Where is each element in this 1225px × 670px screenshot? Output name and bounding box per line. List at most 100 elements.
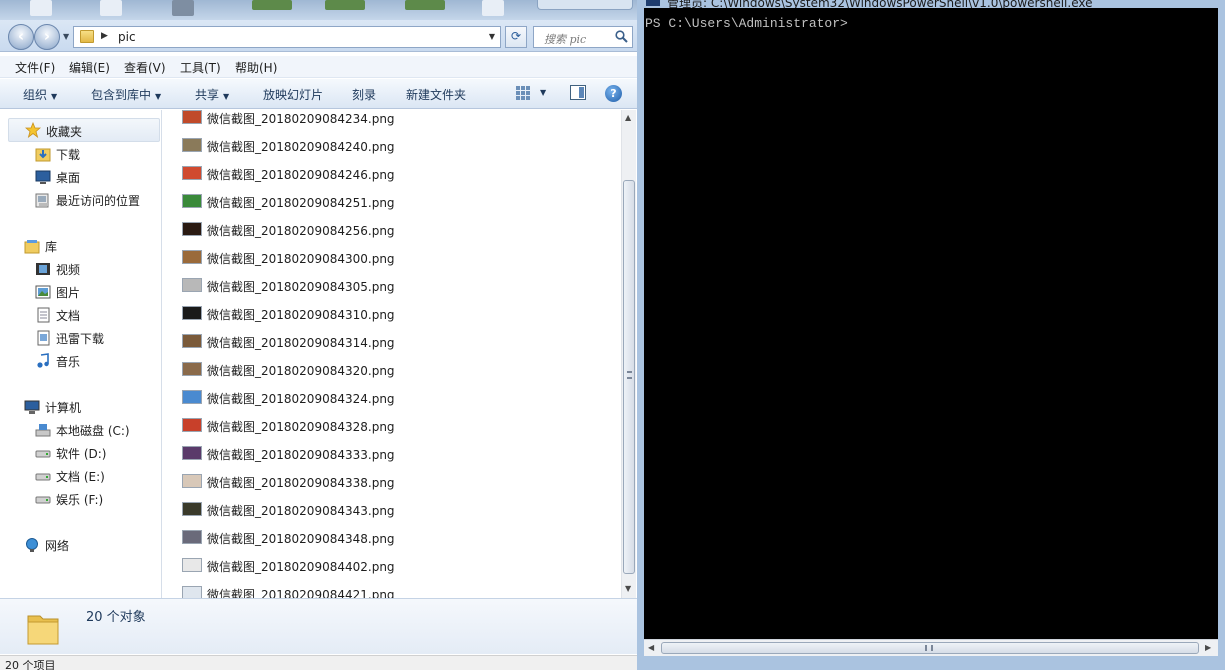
search-icon[interactable] xyxy=(615,30,628,43)
scrollbar-thumb[interactable] xyxy=(661,642,1199,654)
address-dropdown-icon[interactable]: ▼ xyxy=(489,32,495,41)
file-row[interactable]: 微信截图_20180209084310.png xyxy=(163,300,621,328)
address-toolbar: ‹ › ▼ ▶ pic ▼ ⟳ 搜索 pic xyxy=(0,20,637,52)
nav-label: 文档 (E:) xyxy=(56,470,105,484)
taskbar-thumbnail[interactable] xyxy=(30,0,52,16)
change-view-icon[interactable] xyxy=(515,85,531,101)
file-name: 微信截图_20180209084348.png xyxy=(207,532,395,546)
nav-label: 计算机 xyxy=(45,401,82,415)
status-item-count: 20 个项目 xyxy=(5,659,56,670)
forward-button[interactable]: › xyxy=(34,24,60,50)
taskbar-thumbnail[interactable] xyxy=(325,0,365,10)
share-button[interactable]: 共享 ▼ xyxy=(195,86,229,103)
file-row[interactable]: 微信截图_20180209084246.png xyxy=(163,160,621,188)
explorer-window: ‹ › ▼ ▶ pic ▼ ⟳ 搜索 pic 文件(F) 编辑(E) 查看(V)… xyxy=(0,0,637,670)
file-row[interactable]: 微信截图_20180209084421.png xyxy=(163,580,621,598)
file-row[interactable]: 微信截图_20180209084402.png xyxy=(163,552,621,580)
menu-edit[interactable]: 编辑(E) xyxy=(69,59,110,76)
taskbar-thumbnail[interactable] xyxy=(252,0,292,10)
drive-icon xyxy=(35,473,51,481)
taskbar-thumbnail[interactable] xyxy=(172,0,194,16)
breadcrumb-chevron-icon[interactable]: ▶ xyxy=(101,31,108,41)
file-row[interactable]: 微信截图_20180209084240.png xyxy=(163,132,621,160)
file-row[interactable]: 微信截图_20180209084234.png xyxy=(163,110,621,132)
file-row[interactable]: 微信截图_20180209084256.png xyxy=(163,216,621,244)
nav-label: 本地磁盘 (C:) xyxy=(56,424,130,438)
computer-icon xyxy=(24,400,40,414)
taskbar-thumbnail[interactable] xyxy=(100,0,122,16)
image-thumbnail-icon xyxy=(182,334,202,348)
view-options-dropdown-icon[interactable]: ▼ xyxy=(540,88,546,97)
nav-label: 文档 xyxy=(56,309,81,323)
image-thumbnail-icon xyxy=(182,166,202,180)
preview-pane-icon[interactable] xyxy=(570,85,586,100)
back-button[interactable]: ‹ xyxy=(8,24,34,50)
include-in-library-button[interactable]: 包含到库中 ▼ xyxy=(91,86,161,103)
menu-help[interactable]: 帮助(H) xyxy=(235,59,277,76)
menu-bar: 文件(F) 编辑(E) 查看(V) 工具(T) 帮助(H) xyxy=(0,56,637,78)
file-name: 微信截图_20180209084314.png xyxy=(207,336,395,350)
documents-library-icon xyxy=(37,307,50,323)
file-name: 微信截图_20180209084234.png xyxy=(207,112,395,126)
window-control-buttons[interactable] xyxy=(537,0,633,10)
scrollbar-thumb[interactable] xyxy=(623,180,635,574)
image-thumbnail-icon xyxy=(182,586,202,598)
image-thumbnail-icon xyxy=(182,362,202,376)
image-thumbnail-icon xyxy=(182,502,202,516)
menu-tools[interactable]: 工具(T) xyxy=(180,59,221,76)
image-thumbnail-icon xyxy=(182,194,202,208)
menu-view[interactable]: 查看(V) xyxy=(124,59,166,76)
file-row[interactable]: 微信截图_20180209084338.png xyxy=(163,468,621,496)
file-row[interactable]: 微信截图_20180209084320.png xyxy=(163,356,621,384)
downloads-folder-icon xyxy=(35,148,51,162)
music-library-icon xyxy=(37,353,49,368)
file-row[interactable]: 微信截图_20180209084333.png xyxy=(163,440,621,468)
file-name: 微信截图_20180209084324.png xyxy=(207,392,395,406)
console-horizontal-scrollbar[interactable]: ◀ ▶ xyxy=(644,639,1218,656)
refresh-button[interactable]: ⟳ xyxy=(505,26,527,48)
scroll-down-icon[interactable]: ▼ xyxy=(625,584,631,593)
help-icon[interactable]: ? xyxy=(605,85,622,102)
nav-label: 图片 xyxy=(56,286,81,300)
recent-pages-dropdown[interactable]: ▼ xyxy=(63,32,69,41)
pictures-library-icon xyxy=(35,285,51,299)
file-row[interactable]: 微信截图_20180209084328.png xyxy=(163,412,621,440)
breadcrumb-current-folder[interactable]: pic xyxy=(118,30,136,44)
powershell-icon[interactable] xyxy=(646,0,660,6)
file-row[interactable]: 微信截图_20180209084348.png xyxy=(163,524,621,552)
image-thumbnail-icon xyxy=(182,446,202,460)
nav-label: 软件 (D:) xyxy=(56,447,107,461)
taskbar-thumbnail[interactable] xyxy=(482,0,504,16)
scroll-right-icon[interactable]: ▶ xyxy=(1205,643,1211,652)
taskbar-thumbnail[interactable] xyxy=(405,0,445,10)
image-thumbnail-icon xyxy=(182,138,202,152)
file-row[interactable]: 微信截图_20180209084305.png xyxy=(163,272,621,300)
organize-button[interactable]: 组织 ▼ xyxy=(23,86,57,103)
file-list-scrollbar[interactable]: ▲ ▼ xyxy=(621,110,636,598)
file-row[interactable]: 微信截图_20180209084251.png xyxy=(163,188,621,216)
search-input[interactable]: 搜索 pic xyxy=(533,26,633,48)
nav-favorites[interactable]: 收藏夹 xyxy=(8,118,160,142)
burn-button[interactable]: 刻录 xyxy=(352,86,376,103)
file-row[interactable]: 微信截图_20180209084300.png xyxy=(163,244,621,272)
file-name: 微信截图_20180209084320.png xyxy=(207,364,395,378)
nav-label: 视频 xyxy=(56,263,81,277)
organize-label: 组织 xyxy=(23,88,48,102)
file-row[interactable]: 微信截图_20180209084343.png xyxy=(163,496,621,524)
image-thumbnail-icon xyxy=(182,222,202,236)
file-name: 微信截图_20180209084333.png xyxy=(207,448,395,462)
slideshow-button[interactable]: 放映幻灯片 xyxy=(263,86,323,103)
grip-icon xyxy=(627,371,632,379)
scroll-left-icon[interactable]: ◀ xyxy=(648,643,654,652)
scroll-up-icon[interactable]: ▲ xyxy=(625,113,631,122)
grip-icon xyxy=(925,645,933,651)
new-folder-button[interactable]: 新建文件夹 xyxy=(406,86,466,103)
address-bar[interactable]: ▶ pic ▼ xyxy=(73,26,501,48)
console-area[interactable]: PS C:\Users\Administrator> xyxy=(644,8,1218,639)
file-name: 微信截图_20180209084310.png xyxy=(207,308,395,322)
menu-file[interactable]: 文件(F) xyxy=(15,59,55,76)
powershell-window: 管理员: C:\Windows\System32\WindowsPowerShe… xyxy=(637,0,1225,670)
file-row[interactable]: 微信截图_20180209084314.png xyxy=(163,328,621,356)
file-row[interactable]: 微信截图_20180209084324.png xyxy=(163,384,621,412)
image-thumbnail-icon xyxy=(182,250,202,264)
